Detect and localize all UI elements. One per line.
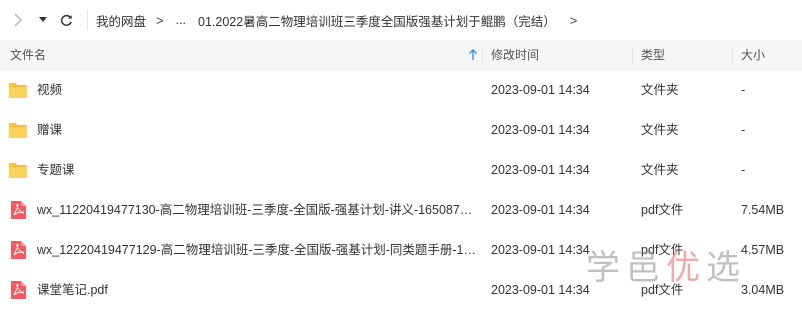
file-size: - <box>741 83 746 97</box>
folder-icon <box>9 83 27 98</box>
breadcrumb-ellipsis[interactable]: ... <box>176 13 186 27</box>
file-modified-date: 2023-09-01 14:34 <box>491 123 590 137</box>
pdf-icon <box>11 201 26 219</box>
file-list-header: 文件名 修改时间 类型 大小 <box>0 40 802 70</box>
pdf-icon <box>11 281 26 299</box>
pdf-icon <box>11 241 26 259</box>
file-type: 文件夹 <box>641 163 679 177</box>
file-name[interactable]: 课堂笔记.pdf <box>37 270 477 310</box>
column-header-type[interactable]: 类型 <box>641 40 665 70</box>
file-type: 文件夹 <box>641 123 679 137</box>
toolbar-divider <box>87 10 88 30</box>
file-name[interactable]: wx_12220419477129-高二物理培训班-三季度-全国版-强基计划-同… <box>37 230 477 270</box>
file-row[interactable]: 赠课 2023-09-01 14:34 文件夹 - <box>0 110 802 150</box>
file-size: - <box>741 163 746 177</box>
breadcrumb-root[interactable]: 我的网盘 <box>96 11 146 30</box>
column-header-modified[interactable]: 修改时间 <box>491 40 539 70</box>
file-modified-date: 2023-09-01 14:34 <box>491 203 590 217</box>
forward-button[interactable] <box>8 0 28 40</box>
chevron-right-icon <box>14 13 22 27</box>
watermark-text: 选 <box>706 247 746 288</box>
history-dropdown-button[interactable] <box>34 0 52 40</box>
file-type: 文件夹 <box>641 83 679 97</box>
column-header-size[interactable]: 大小 <box>741 40 765 70</box>
breadcrumb-separator-icon: > <box>156 12 164 28</box>
column-divider[interactable] <box>732 47 733 63</box>
file-type: pdf文件 <box>641 203 684 217</box>
file-row[interactable]: 视频 2023-09-01 14:34 文件夹 - <box>0 70 802 110</box>
folder-icon <box>9 163 27 178</box>
file-modified-date: 2023-09-01 14:34 <box>491 163 590 177</box>
file-size: - <box>741 123 746 137</box>
caret-down-icon <box>39 17 47 22</box>
sort-ascending-icon[interactable] <box>468 49 478 61</box>
file-name[interactable]: 专题课 <box>37 150 477 190</box>
file-name[interactable]: 视频 <box>37 70 477 110</box>
file-modified-date: 2023-09-01 14:34 <box>491 283 590 297</box>
column-divider[interactable] <box>632 47 633 63</box>
folder-icon <box>9 123 27 138</box>
breadcrumb-expand-icon[interactable]: > <box>570 13 578 28</box>
watermark-text: 学邑 <box>586 247 666 288</box>
file-modified-date: 2023-09-01 14:34 <box>491 83 590 97</box>
breadcrumb-current[interactable]: 01.2022暑高二物理培训班三季度全国版强基计划于鲲鹏（完结） <box>198 11 556 30</box>
watermark-highlight: 优 <box>666 247 706 288</box>
file-row[interactable]: wx_11220419477130-高二物理培训班-三季度-全国版-强基计划-讲… <box>0 190 802 230</box>
file-modified-date: 2023-09-01 14:34 <box>491 243 590 257</box>
refresh-button[interactable] <box>56 0 76 40</box>
file-name[interactable]: 赠课 <box>37 110 477 150</box>
refresh-icon <box>60 14 72 26</box>
file-size: 7.54MB <box>741 203 785 217</box>
column-divider[interactable] <box>482 47 483 63</box>
file-name[interactable]: wx_11220419477130-高二物理培训班-三季度-全国版-强基计划-讲… <box>37 190 477 230</box>
watermark: 学邑 优 选 <box>586 242 796 288</box>
file-row[interactable]: 专题课 2023-09-01 14:34 文件夹 - <box>0 150 802 190</box>
toolbar: 我的网盘 > ... 01.2022暑高二物理培训班三季度全国版强基计划于鲲鹏（… <box>0 0 802 40</box>
column-header-name[interactable]: 文件名 <box>10 40 46 70</box>
breadcrumb: 我的网盘 > ... 01.2022暑高二物理培训班三季度全国版强基计划于鲲鹏（… <box>96 0 589 40</box>
